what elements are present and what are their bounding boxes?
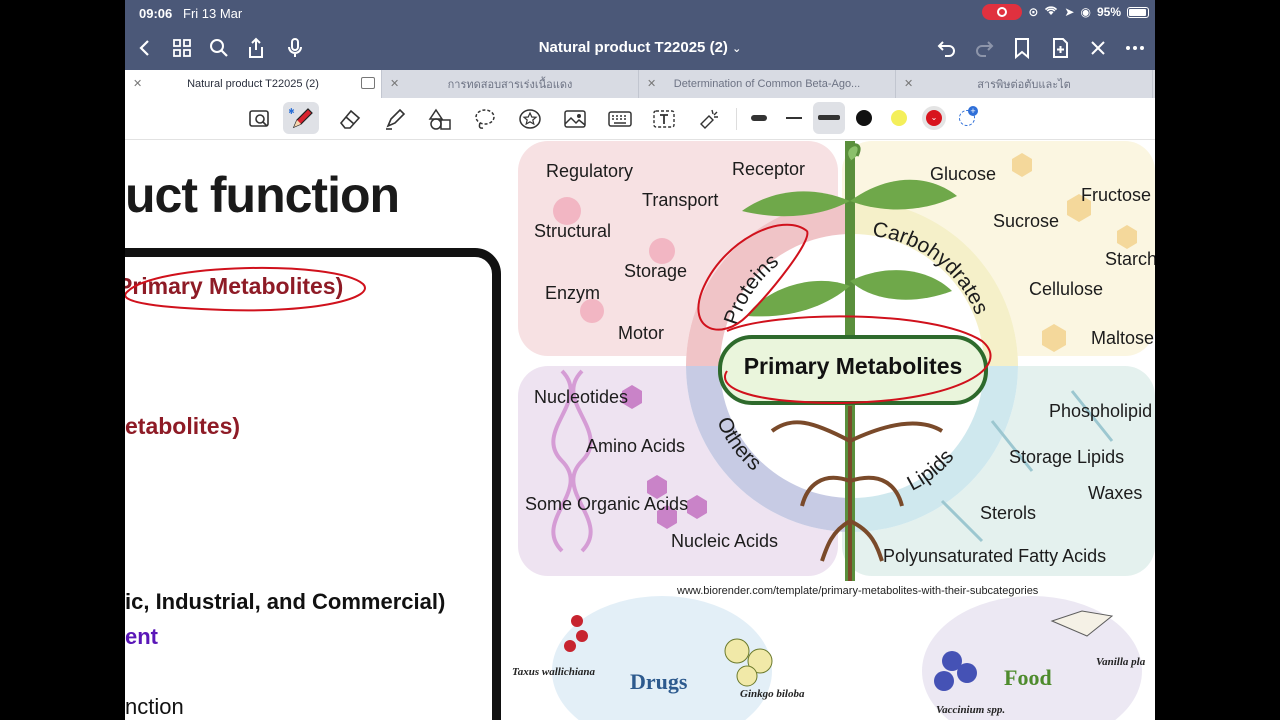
lasso-icon[interactable] (472, 106, 498, 132)
location-icon: ➤ (1064, 5, 1075, 19)
label-drugs: Drugs (630, 669, 688, 694)
bookmark-icon[interactable] (1010, 36, 1034, 60)
label-ginkgo: Ginkgo biloba (740, 688, 805, 700)
red-circle-annotation (125, 266, 366, 312)
tab-beta-agonist-determination[interactable]: ✕ Determination of Common Beta-Ago... (639, 70, 896, 98)
screen-recording-icon[interactable] (982, 4, 1023, 20)
redo-icon[interactable] (972, 36, 996, 60)
stroke-hairline-option[interactable] (786, 117, 802, 119)
highlighter-icon[interactable] (382, 106, 408, 132)
share-icon[interactable] (244, 36, 268, 60)
color-red-swatch[interactable]: ⌄ (926, 110, 942, 126)
label-vaccinium: Vaccinium spp. (936, 704, 1006, 716)
device-frame-graphic (125, 248, 501, 720)
toolbar-divider (736, 108, 737, 130)
stroke-thick-option[interactable] (818, 115, 840, 120)
tab-label: Natural product T22025 (2) (187, 78, 319, 90)
eraser-icon[interactable] (337, 106, 363, 132)
wifi-icon (1044, 5, 1058, 19)
figure-credit-url[interactable]: www.biorender.com/template/primary-metab… (677, 585, 1038, 597)
shapes-icon[interactable] (427, 106, 453, 132)
status-icons: ⊙ ➤ ◉ 95% (982, 4, 1149, 20)
tab-bar: ✕ Natural product T22025 (2) ✕ การทดสอบส… (125, 70, 1155, 98)
battery-percent: 95% (1096, 5, 1121, 19)
status-time: 09:06 (139, 6, 173, 21)
battery-icon (1127, 6, 1149, 18)
label-food: Food (1004, 665, 1052, 690)
tab-label: สารพิษต่อตับและไต (977, 79, 1071, 91)
top-bar: 09:06 Fri 13 Mar ⊙ ➤ ◉ 95% Natural produ… (125, 0, 1155, 70)
undo-icon[interactable] (935, 36, 959, 60)
laser-pointer-icon[interactable] (696, 106, 722, 132)
close-tab-icon[interactable]: ✕ (647, 77, 656, 90)
body-text-function: nction (125, 694, 184, 719)
grid-icon[interactable] (170, 36, 194, 60)
more-icon[interactable] (1123, 36, 1147, 60)
sticker-icon[interactable] (517, 106, 543, 132)
color-yellow-swatch[interactable] (891, 110, 907, 126)
add-page-icon[interactable] (1048, 36, 1072, 60)
primary-metabolites-figure: Proteins Carbohydrates Others Lipids Pri… (512, 141, 1155, 720)
tab-label: การทดสอบสารเร่งเนื้อแดง (447, 79, 573, 91)
status-date: Fri 13 Mar (183, 6, 243, 21)
microphone-icon[interactable] (283, 36, 307, 60)
slide-title: uct function (125, 167, 400, 223)
zoom-window-icon[interactable] (247, 106, 273, 132)
tab-liver-kidney-toxins[interactable]: ✕ สารพิษต่อตับและไต (896, 70, 1153, 98)
label-vanilla: Vanilla pla (1096, 656, 1146, 668)
pen-icon[interactable]: ✱ (288, 106, 315, 132)
tab-natural-product[interactable]: ✕ Natural product T22025 (2) (125, 70, 382, 98)
ipad-screen: 09:06 Fri 13 Mar ⊙ ➤ ◉ 95% Natural produ… (125, 0, 1155, 720)
color-black-swatch[interactable] (856, 110, 872, 126)
close-tab-icon[interactable]: ✕ (390, 77, 399, 90)
tab-label: Determination of Common Beta-Ago... (673, 78, 861, 90)
signal-icon: ⊙ (1028, 5, 1039, 19)
svg-text:✱: ✱ (289, 107, 295, 116)
close-toolbar-icon[interactable] (1086, 36, 1110, 60)
annotation-toolbar: ✱ ⌄ + (125, 98, 1155, 140)
add-color-plus-icon: + (968, 106, 978, 116)
keyboard-icon[interactable] (607, 106, 633, 132)
text-box-icon[interactable] (651, 106, 677, 132)
heading-secondary-metabolites: etabolites) (125, 413, 241, 439)
stroke-thin-option[interactable] (751, 115, 767, 121)
heading-purple: ent (125, 624, 158, 649)
document-title[interactable]: Natural product T22025 (2) ⌄ (125, 39, 1155, 56)
heading-applications: ic, Industrial, and Commercial) (125, 589, 446, 614)
search-icon[interactable] (207, 36, 231, 60)
label-taxus: Taxus wallichiana (512, 666, 596, 678)
back-icon[interactable] (133, 36, 157, 60)
close-tab-icon[interactable]: ✕ (904, 77, 913, 90)
tab-beta-agonist-test[interactable]: ✕ การทดสอบสารเร่งเนื้อแดง (382, 70, 639, 98)
image-icon[interactable] (562, 106, 588, 132)
orientation-lock-icon: ◉ (1080, 5, 1091, 19)
close-tab-icon[interactable]: ✕ (133, 77, 142, 90)
split-view-icon[interactable] (361, 77, 375, 89)
red-ink-annotations (697, 223, 992, 405)
